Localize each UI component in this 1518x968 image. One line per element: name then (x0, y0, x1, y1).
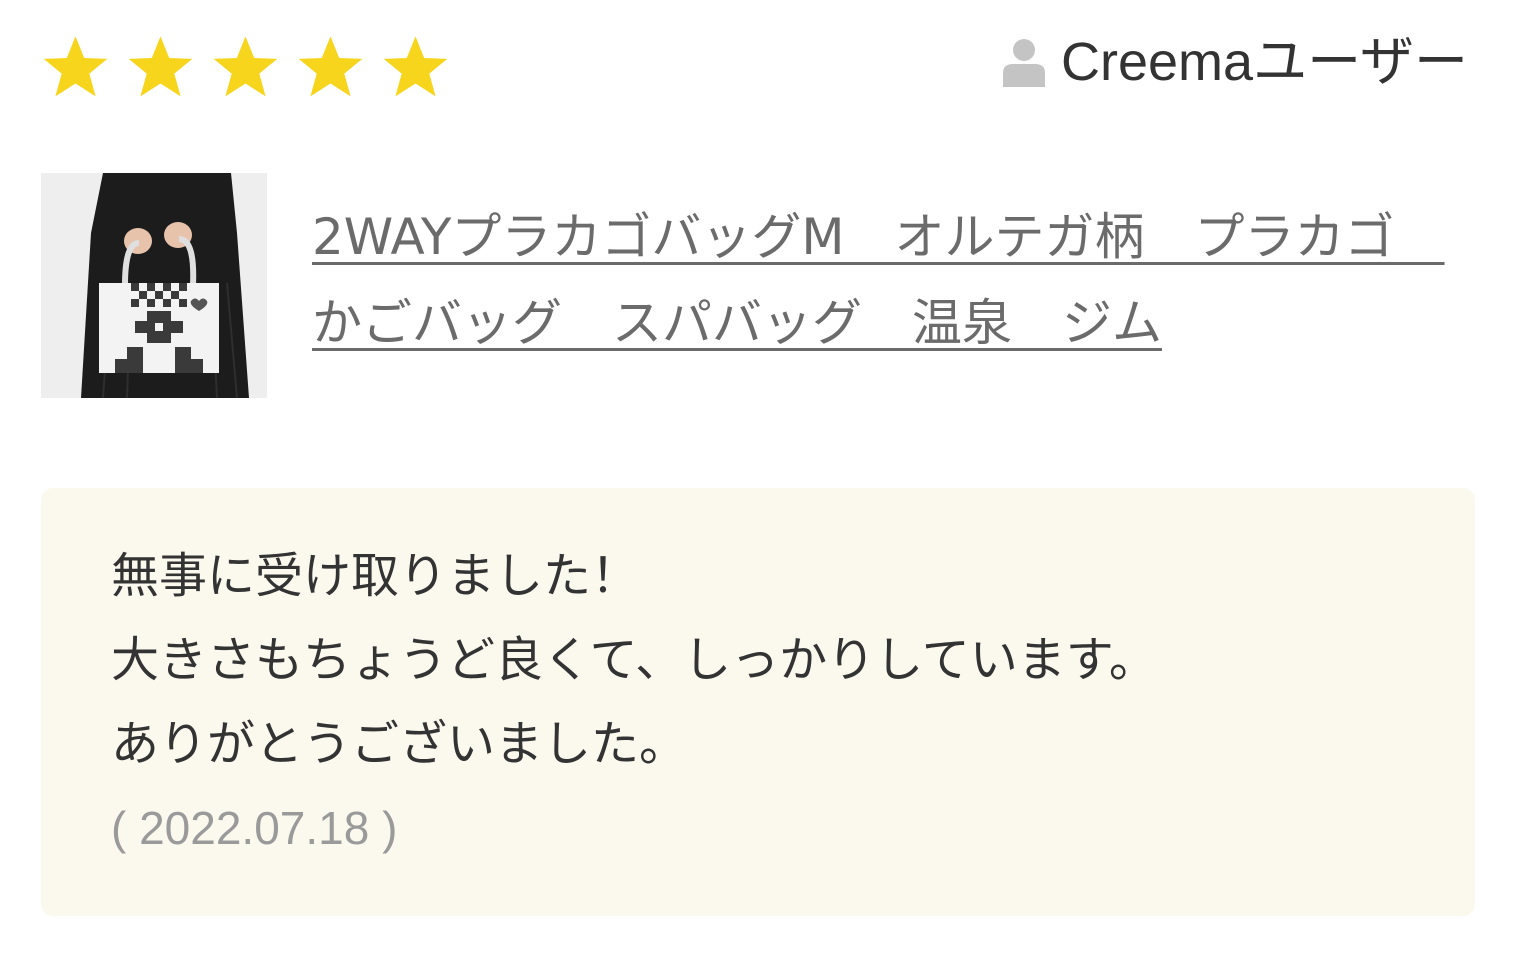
reviewer: Creemaユーザー (1003, 28, 1468, 96)
product-image (41, 173, 267, 398)
star-icon (298, 36, 363, 97)
star-icon (43, 36, 108, 97)
comment-line: ありがとうございました。 (111, 716, 688, 772)
user-icon (1003, 39, 1046, 87)
review-card: Creemaユーザー 2WAYプラカゴバッグM オルテガ柄 プラカゴ かごバッグ… (0, 0, 1518, 968)
star-rating (38, 34, 453, 100)
comment-text: 無事に受け取りました！ 大きさもちょうど良くて、しっかりしています。 ありがとう… (111, 534, 1411, 786)
product-title-link[interactable]: 2WAYプラカゴバッグM オルテガ柄 プラカゴ かごバッグ スパバッグ 温泉 ジ… (312, 194, 1462, 366)
star-icon (128, 36, 193, 97)
reviewer-name: Creemaユーザー (1061, 32, 1468, 92)
comment-line: 無事に受け取りました！ (111, 548, 640, 604)
product-thumbnail[interactable] (41, 173, 267, 398)
review-date: ( 2022.07.18 ) (111, 802, 398, 854)
comment-box: 無事に受け取りました！ 大きさもちょうど良くて、しっかりしています。 ありがとう… (41, 488, 1475, 916)
comment-line: 大きさもちょうど良くて、しっかりしています。 (111, 632, 1157, 688)
star-icon (383, 36, 448, 97)
star-icon (213, 36, 278, 97)
